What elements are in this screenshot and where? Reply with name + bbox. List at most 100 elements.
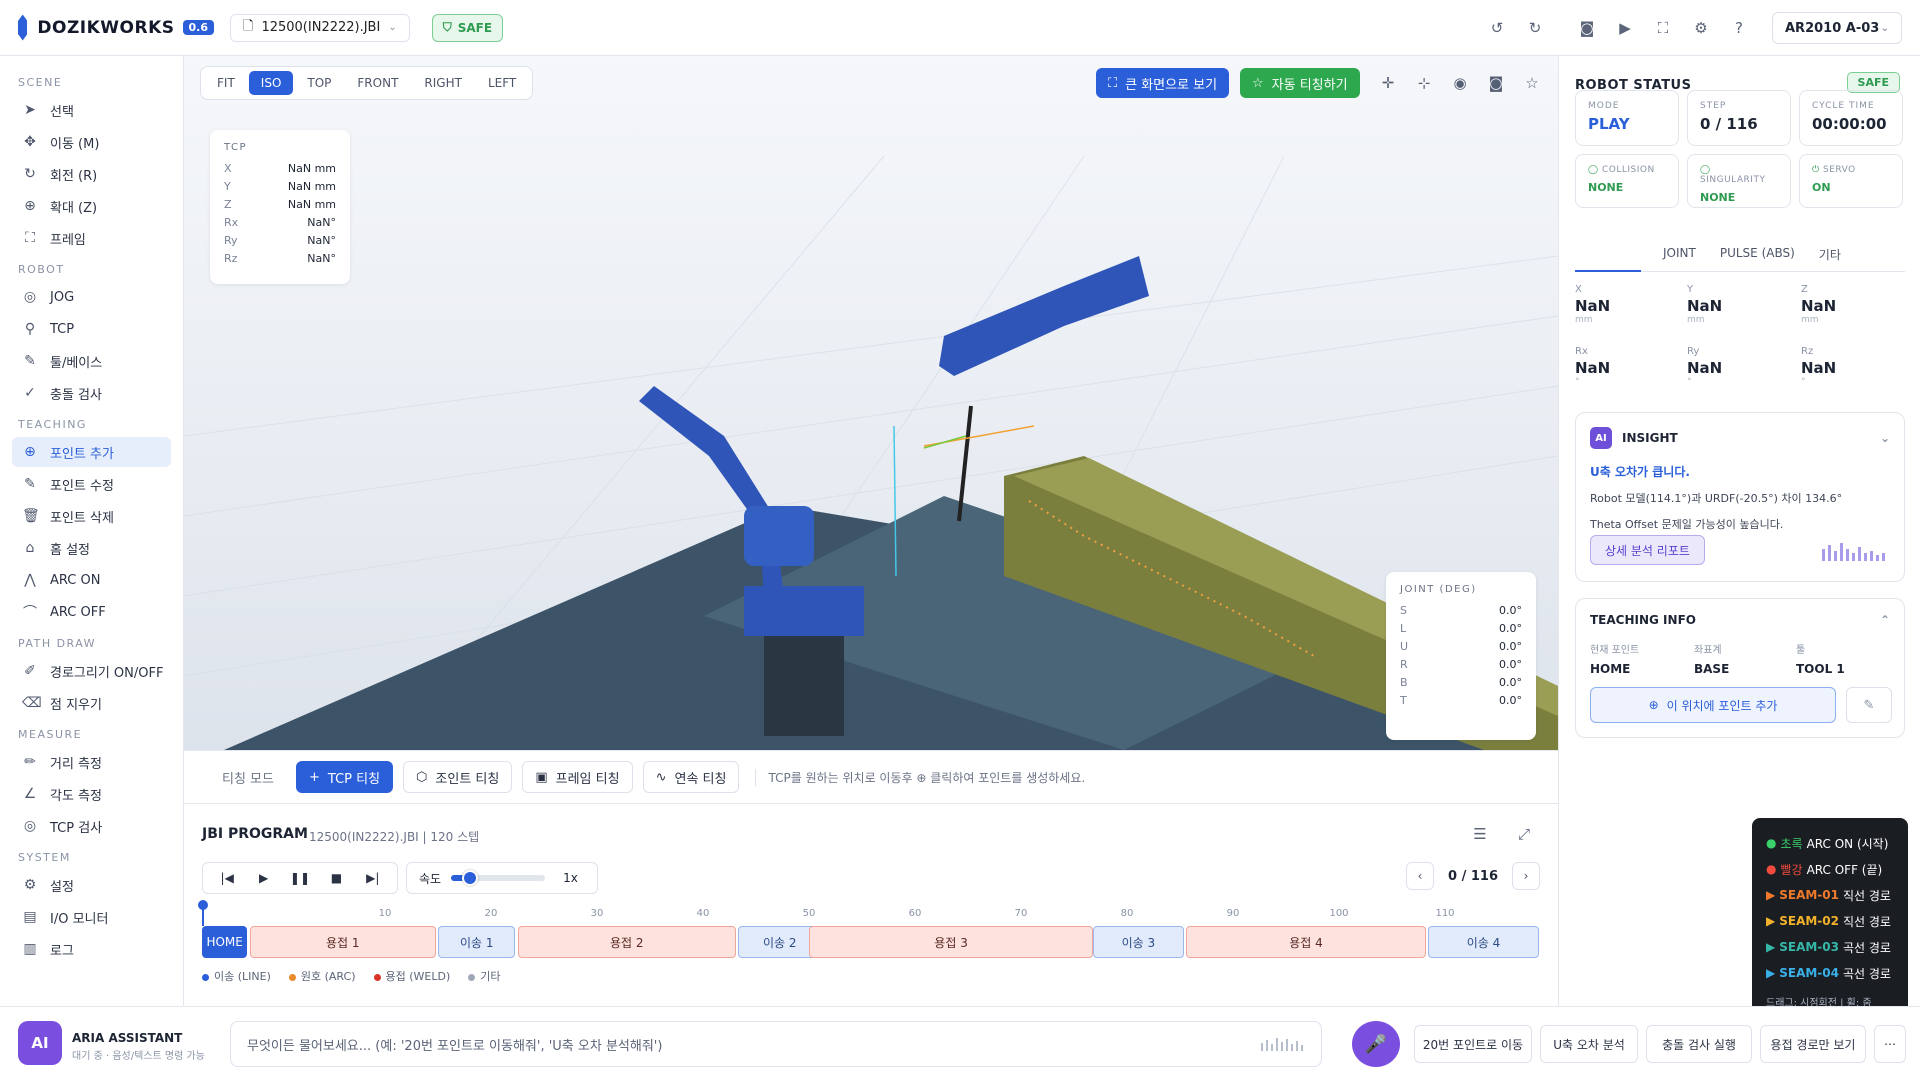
quick-move-point-button[interactable]: 20번 포인트로 이동 [1414,1025,1532,1063]
sidebar-item-rotate[interactable]: ↻ 회전 (R) [12,159,171,189]
sidebar-item-angle[interactable]: ∠ 각도 측정 [12,779,171,809]
log-icon: ▥ [23,941,37,957]
redo-icon[interactable]: ↻ [1523,16,1547,40]
coord-unit: ° [1687,377,1692,387]
sidebar-item-frame[interactable]: ⛶ 프레임 [12,223,171,253]
sidebar-item-edit-point[interactable]: ✎ 포인트 수정 [12,469,171,499]
chevron-down-icon[interactable]: ⌄ [1880,431,1890,445]
timeline-segment[interactable]: 용접 2 [517,926,736,958]
gear-icon[interactable]: ⚙ [1689,16,1713,40]
tab-pulse[interactable]: PULSE (ABS) [1718,242,1797,272]
sidebar-item-io-monitor[interactable]: ▤ I/O 모니터 [12,902,171,932]
timeline-segment[interactable]: 용접 3 [809,926,1094,958]
play-button[interactable]: ▶ [250,866,278,890]
timeline-tick: 50 [802,908,816,919]
sidebar-item-label: TCP 검사 [50,820,103,836]
help-icon[interactable]: ? [1727,16,1751,40]
expand-icon[interactable]: ⤢ [1512,822,1536,846]
fullscreen-icon[interactable]: ⛶ [1651,16,1675,40]
tab-left[interactable]: LEFT [476,71,528,95]
sidebar-item-label: 포인트 수정 [50,478,114,494]
microphone-button[interactable]: 🎤 [1352,1021,1400,1067]
skip-start-button[interactable]: |◀ [213,866,241,890]
pause-button[interactable]: ❚❚ [286,866,314,890]
tab-joint[interactable]: JOINT [1661,242,1698,272]
skip-end-button[interactable]: ▶| [359,866,387,890]
sidebar-item-arc-off[interactable]: ⌒ ARC OFF [12,597,171,627]
sidebar-item-move[interactable]: ✥ 이동 (M) [12,127,171,157]
quick-weld-path-button[interactable]: 용접 경로만 보기 [1760,1025,1866,1063]
sidebar-item-path-toggle[interactable]: ✐ 경로그리기 ON/OFF [12,656,171,686]
legend-key: SEAM-03 [1779,940,1839,954]
logo-cube-icon [18,14,28,41]
coordinate-system-value: BASE [1694,662,1730,676]
timeline-segment[interactable]: 이송 4 [1428,926,1539,958]
legend-item: 이송 (LINE) [202,968,271,984]
tab-fit[interactable]: FIT [205,71,247,95]
tab-iso[interactable]: ISO [248,71,294,95]
next-step-button[interactable]: › [1512,862,1540,890]
tcp-teach-button[interactable]: + TCP 티칭 [295,761,394,793]
playback-controls: |◀ ▶ ❚❚ ■ ▶| [202,862,398,894]
tab-front[interactable]: FRONT [345,71,410,95]
sidebar-item-jog[interactable]: ◎ JOG [12,282,171,312]
star-icon[interactable]: ☆ [1520,71,1544,95]
sidebar-item-erase-points[interactable]: ⌫ 점 지우기 [12,688,171,718]
tab-right[interactable]: RIGHT [412,71,474,95]
sidebar-item-arc-on[interactable]: ⋀ ARC ON [12,565,171,595]
camera-icon[interactable]: ◙ [1575,16,1599,40]
add-point-here-button[interactable]: ⊕ 이 위치에 포인트 추가 [1590,687,1836,723]
more-button[interactable]: ⋯ [1874,1025,1906,1063]
stop-button[interactable]: ■ [322,866,350,890]
detail-report-button[interactable]: 상세 분석 리포트 [1590,535,1705,565]
robot-selector[interactable]: AR2010 A-03 ⌄ [1772,12,1902,44]
camera-icon[interactable]: ◙ [1484,71,1508,95]
check-circle-icon: ✓ [24,385,36,401]
sidebar-item-select[interactable]: ➤ 선택 [12,95,171,125]
timeline-segment[interactable]: 이송 3 [1093,926,1184,958]
tab-etc[interactable]: 기타 [1817,242,1843,272]
timeline-segment[interactable]: 용접 1 [249,926,436,958]
sidebar-item-tool-base[interactable]: ✎ 툴/베이스 [12,346,171,376]
undo-icon[interactable]: ↺ [1485,16,1509,40]
timeline-segment[interactable]: 용접 4 [1186,926,1426,958]
quick-collision-button[interactable]: 충돌 검사 실행 [1646,1025,1752,1063]
chevron-up-icon[interactable]: ⌃ [1880,613,1890,627]
list-icon[interactable]: ☰ [1468,822,1492,846]
sidebar-item-log[interactable]: ▥ 로그 [12,934,171,964]
file-selector[interactable]: 🗋 12500(IN2222).JBI ⌄ [230,13,410,42]
crosshair-icon[interactable]: ✛ [1376,71,1400,95]
sidebar-item-tcp-check[interactable]: ◎ TCP 검사 [12,811,171,841]
speed-knob[interactable] [461,870,478,886]
speed-slider[interactable] [451,870,546,886]
frame-teach-button[interactable]: ▣ 프레임 티칭 [522,761,633,793]
timeline-playhead[interactable] [198,900,208,926]
sidebar-item-delete-point[interactable]: 🗑 포인트 삭제 [12,501,171,531]
fullscreen-button[interactable]: ⛶ 큰 화면으로 보기 [1096,68,1230,98]
sidebar-item-distance[interactable]: ✏ 거리 측정 [12,747,171,777]
joint-teach-button[interactable]: ⬡ 조인트 티칭 [403,761,513,793]
edit-icon[interactable]: ✎ [1846,687,1892,723]
timeline-segment[interactable]: HOME [202,926,248,958]
video-icon[interactable]: ▶ [1613,16,1637,40]
sidebar-item-collision-check[interactable]: ✓ 충돌 검사 [12,378,171,408]
viewport-3d[interactable]: FIT ISO TOP FRONT RIGHT LEFT ⛶ 큰 화면으로 보기 … [184,56,1558,750]
scene-render[interactable] [184,56,1558,750]
auto-teach-button[interactable]: ☆ 자동 티칭하기 [1240,68,1360,98]
eye-icon[interactable]: ◉ [1448,71,1472,95]
assistant-input[interactable]: 무엇이든 물어보세요... (예: '20번 포인트로 이동해줘', 'U축 오… [230,1021,1322,1067]
gear-icon: ⚙ [23,877,37,893]
sidebar-item-home-set[interactable]: ⌂ 홈 설정 [12,533,171,563]
sidebar-item-settings[interactable]: ⚙ 설정 [12,870,171,900]
tab-top[interactable]: TOP [295,71,343,95]
zoom-icon: ⊕ [24,198,36,214]
tab-world[interactable] [1575,242,1641,272]
sidebar-item-tcp[interactable]: ⚲ TCP [12,314,171,344]
continuous-teach-button[interactable]: ∿ 연속 티칭 [642,761,740,793]
prev-step-button[interactable]: ‹ [1406,862,1435,890]
quick-u-axis-button[interactable]: U축 오차 분석 [1540,1025,1638,1063]
sidebar-item-add-point[interactable]: ⊕ 포인트 추가 [12,437,171,467]
sidebar-item-zoom[interactable]: ⊕ 확대 (Z) [12,191,171,221]
timeline-segment[interactable]: 이송 1 [438,926,516,958]
target-icon[interactable]: ⊹ [1412,71,1436,95]
